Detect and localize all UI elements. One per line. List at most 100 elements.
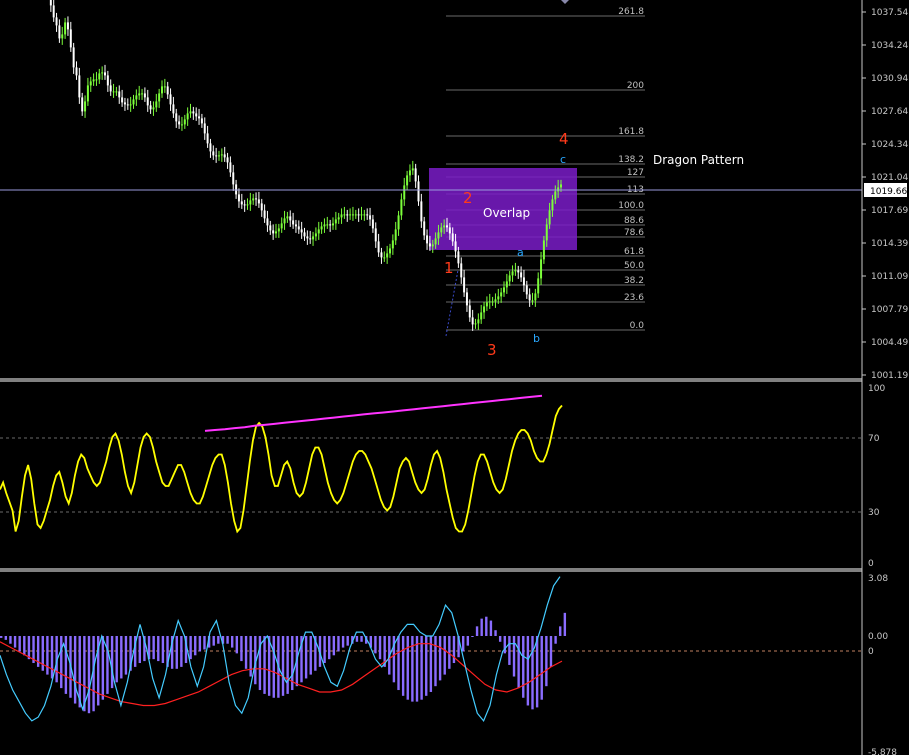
candle-body [505,281,508,288]
pattern-title: Dragon Pattern [653,153,744,167]
candle-body [323,224,326,227]
candle-body [360,214,363,216]
wave-label-a: a [517,246,524,259]
candle-body [78,75,81,98]
candle-body [283,218,286,224]
candle-body [121,97,124,103]
candle-body [303,232,306,237]
candle-body [252,198,255,201]
histogram-bar [401,636,405,696]
candle-body [349,214,352,216]
candle-body [366,214,369,216]
candle-body [514,270,517,272]
histogram-bar [489,620,493,636]
candle-body [428,243,431,247]
candle-body [334,219,337,224]
histogram-bar [286,636,289,694]
macd-tick-label: 3.08 [868,574,888,584]
candle-body [477,319,480,324]
candle-body [220,154,223,156]
wave-label-3: 3 [487,341,497,359]
candle-body [329,224,332,226]
histogram-bar [23,636,26,656]
candle-body [198,116,201,119]
histogram-bar [198,636,202,652]
histogram-bar [235,636,239,654]
candle-body [494,299,497,302]
candle-body [61,34,64,39]
rsi-tick-label: 100 [868,384,885,394]
candle-body [206,133,209,144]
candle-body [386,253,389,258]
candle-body [178,121,181,125]
current-price-label: 1019.66 [870,187,907,197]
histogram-bar [540,636,543,700]
candle-body [155,101,158,108]
price-tick-label: 1004.49 [871,338,908,348]
histogram-bar [217,636,220,644]
candle-body [497,296,500,300]
rsi-tick-label: 0 [868,559,874,569]
candle-body [266,218,269,226]
candle-body [212,151,215,156]
candle-body [560,184,562,188]
histogram-bar [475,626,479,636]
candle-body [508,275,511,282]
candle-body [180,124,183,126]
candle-body [163,86,166,88]
candle-body [132,99,135,105]
macd-tick-label: 0 [868,647,874,657]
candle-body [465,292,468,306]
histogram-bar [27,636,31,660]
macd-tick-label: 0.00 [868,632,888,642]
histogram-bar [194,636,197,656]
candle-body [491,301,494,303]
fib-level-label: 61.8 [624,247,644,257]
candle-body [446,225,448,228]
candle-body [545,224,548,241]
histogram-bar [9,636,12,644]
candle-body [332,223,334,226]
histogram-bar [231,636,234,648]
candle-body [64,22,67,35]
fib-level-label: 0.0 [630,321,645,331]
histogram-bar [452,636,456,664]
candle-body [98,73,101,80]
candle-body [72,47,75,68]
candle-body [192,111,195,114]
candle-body [149,105,152,110]
histogram-bar [559,626,562,636]
candle-body [437,232,440,239]
histogram-bar [425,636,428,696]
candle-body [554,191,557,200]
candle-body [377,241,380,253]
candle-body [81,97,84,112]
histogram-bar [406,636,409,700]
candle-body [200,118,203,124]
candle-body [411,168,414,171]
candle-body [269,225,272,231]
candle-body [306,236,309,239]
candle-body [417,181,420,202]
candle-body [408,170,411,176]
price-tick-label: 1027.64 [871,107,908,117]
histogram-bar [531,636,534,710]
candle-body [557,187,560,192]
histogram-bar [498,636,502,642]
candle-body [66,22,69,30]
candle-body [166,86,169,95]
candle-body [292,220,295,225]
candle-body [500,292,503,297]
candle-body [374,228,377,242]
candle-body [414,168,417,182]
candle-body [383,257,386,259]
candle-body [263,210,266,219]
candle-body [277,228,280,232]
candle-body [186,113,189,120]
price-tick-label: 1021.04 [871,173,908,183]
candle-body [183,119,186,125]
macd-tick-label: -5.878 [868,748,897,755]
candle-body [118,91,121,98]
histogram-bar [341,636,345,648]
trading-chart[interactable]: 261.8200161.8138.2127113100.088.678.661.… [0,0,909,755]
